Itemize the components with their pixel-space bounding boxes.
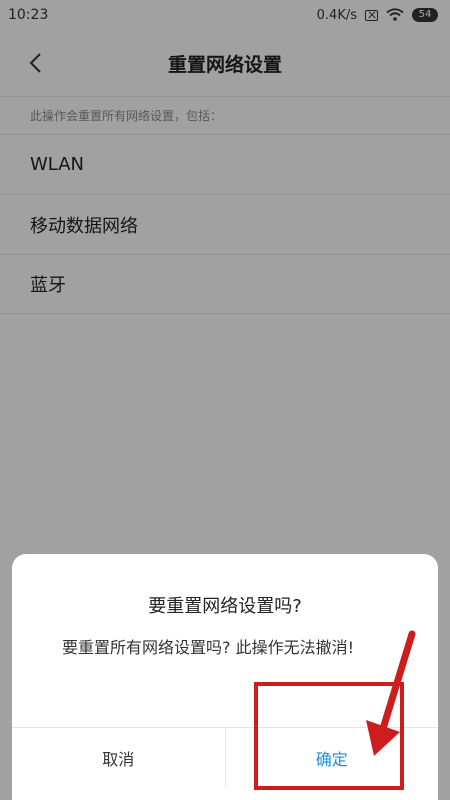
annotation-arrow-icon: [366, 630, 416, 756]
watermark-paw-icon: [416, 758, 434, 777]
dialog-message: 要重置所有网络设置吗? 此操作无法撤消!: [62, 638, 354, 657]
dialog-title: 要重置网络设置吗?: [148, 596, 302, 617]
cancel-button[interactable]: 取消: [12, 728, 226, 787]
